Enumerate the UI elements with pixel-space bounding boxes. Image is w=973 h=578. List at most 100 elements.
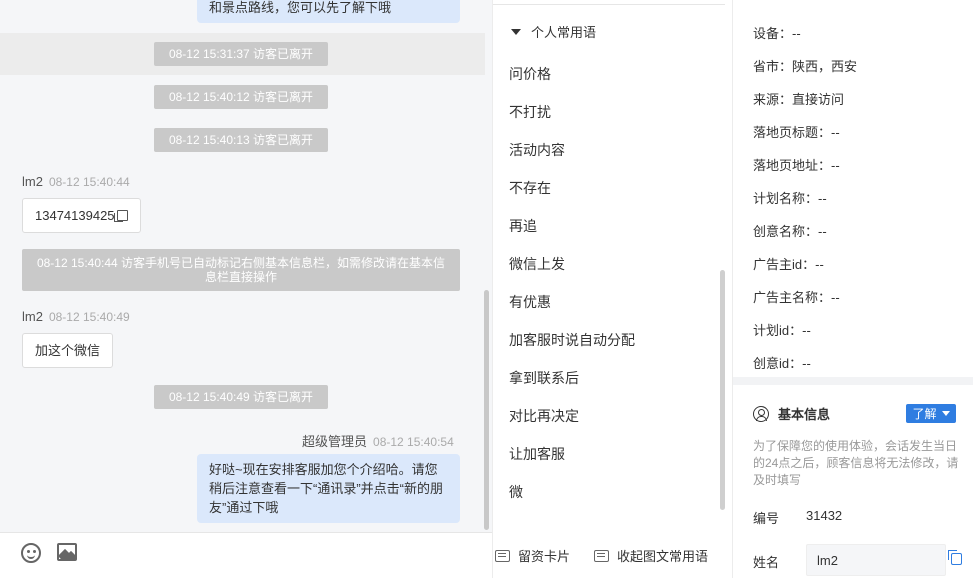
agent-message-bubble: 好哒~现在安排客服加您个介绍哈。请您稍后注意查看一下“通讯录”并点击“新的朋友”… <box>197 454 460 523</box>
system-message: 08-12 15:40:44 访客手机号已自动标记右侧基本信息栏，如需修改请在基… <box>22 249 460 291</box>
message-sender: lm2 08-12 15:40:44 <box>22 174 130 189</box>
system-message: 08-12 15:40:13 访客已离开 <box>154 128 328 152</box>
info-label: 来源： <box>753 92 793 107</box>
info-row-creative-name: 创意名称：-- <box>753 221 827 240</box>
phrase-group-title: 个人常用语 <box>531 25 597 40</box>
info-value: -- <box>831 158 840 173</box>
info-label: 广告主名称： <box>753 290 832 305</box>
agent-message-bubble: 和景点路线，您可以先了解下哦 <box>197 0 460 23</box>
name-label: 姓名 <box>753 555 780 570</box>
copy-icon[interactable] <box>113 210 128 222</box>
phrase-item[interactable]: 让加客服 <box>509 444 565 464</box>
collapse-phrases-label: 收起图文常用语 <box>617 549 709 564</box>
chat-scrollbar[interactable] <box>484 290 489 530</box>
collapse-phrases-button[interactable]: 收起图文常用语 <box>594 546 708 565</box>
phrase-item[interactable]: 不存在 <box>509 178 551 198</box>
info-label: 创意id： <box>753 356 803 371</box>
phrase-item[interactable]: 再追 <box>509 216 537 236</box>
card-icon <box>495 549 510 562</box>
card-icon <box>594 549 609 562</box>
phrase-item[interactable]: 微信上发 <box>509 254 565 274</box>
chat-messages[interactable]: 和景点路线，您可以先了解下哦 08-12 15:31:37 访客已离开 08-1… <box>0 0 492 532</box>
system-message: 08-12 15:31:37 访客已离开 <box>154 42 328 66</box>
visitor-info-panel: 设备：-- 省市：陕西，西安 来源：直接访问 落地页标题：-- 落地页地址：--… <box>732 0 973 578</box>
sender-name: lm2 <box>22 174 43 189</box>
info-label: 计划id： <box>753 323 803 338</box>
image-icon[interactable] <box>57 543 77 561</box>
visitor-message-text: 13474139425 <box>35 208 115 223</box>
phrases-toolbar: 留资卡片 收起图文常用语 <box>493 532 733 578</box>
info-value: -- <box>792 26 801 41</box>
info-value: 直接访问 <box>792 92 845 107</box>
info-row-landing-title: 落地页标题：-- <box>753 122 840 141</box>
info-value: -- <box>818 191 827 206</box>
info-row-creative-id: 创意id：-- <box>753 353 811 372</box>
message-time: 08-12 15:40:54 <box>373 435 454 449</box>
emoji-icon[interactable] <box>21 543 41 563</box>
message-time: 08-12 15:40:44 <box>48 175 130 189</box>
lead-card-button[interactable]: 留资卡片 <box>495 546 570 565</box>
phrases-scrollbar[interactable] <box>720 270 725 510</box>
section-divider <box>733 377 973 385</box>
info-value: -- <box>802 356 811 371</box>
info-row-plan-id: 计划id：-- <box>753 320 811 339</box>
info-value: -- <box>818 224 827 239</box>
info-label: 落地页标题： <box>753 125 832 140</box>
chat-toolbar <box>0 532 492 578</box>
sender-name: 超级管理员 <box>302 434 368 449</box>
phrase-item[interactable]: 有优惠 <box>509 292 551 312</box>
info-label: 创意名称： <box>753 224 819 239</box>
info-value: -- <box>831 290 840 305</box>
phrase-item[interactable]: 不打扰 <box>509 102 551 122</box>
info-row-landing-url: 落地页地址：-- <box>753 155 840 174</box>
visitor-message-text: 加这个微信 <box>35 343 101 358</box>
id-label: 编号 <box>753 511 780 526</box>
phrase-item[interactable]: 加客服时说自动分配 <box>509 330 635 350</box>
phrase-group-header[interactable]: 个人常用语 <box>511 22 596 41</box>
system-message: 08-12 15:40:49 访客已离开 <box>154 385 328 409</box>
info-value: -- <box>802 323 811 338</box>
phrase-item[interactable]: 微 <box>509 482 523 502</box>
phrase-item[interactable]: 活动内容 <box>509 140 565 160</box>
lead-card-label: 留资卡片 <box>518 549 571 564</box>
info-label: 计划名称： <box>753 191 819 206</box>
info-label: 落地页地址： <box>753 158 832 173</box>
info-row-source: 来源：直接访问 <box>753 89 844 108</box>
info-label: 省市： <box>753 59 793 74</box>
visitor-message-bubble: 加这个微信 <box>22 333 114 368</box>
info-value: 陕西，西安 <box>792 59 858 74</box>
sender-name: lm2 <box>22 309 43 324</box>
basic-info-header: 基本信息 <box>753 404 830 423</box>
name-input[interactable] <box>806 544 946 576</box>
basic-info-title: 基本信息 <box>778 407 831 422</box>
chat-panel: 和景点路线，您可以先了解下哦 08-12 15:31:37 访客已离开 08-1… <box>0 0 492 578</box>
edit-notice: 为了保障您的使用体验，会话发生当日的24点之后，顾客信息将无法修改，请及时填写 <box>753 439 959 487</box>
info-value: -- <box>815 257 824 272</box>
learn-more-button[interactable]: 了解 <box>906 404 956 423</box>
info-label: 广告主id： <box>753 257 816 272</box>
agent-message-text: 好哒~现在安排客服加您个介绍哈。请您稍后注意查看一下“通讯录”并点击“新的朋友”… <box>209 462 443 515</box>
phrase-item[interactable]: 问价格 <box>509 64 551 84</box>
chevron-down-icon <box>941 411 950 416</box>
message-time: 08-12 15:40:49 <box>48 310 130 324</box>
info-row-advertiser-name: 广告主名称：-- <box>753 287 840 306</box>
agent-message-text: 和景点路线，您可以先了解下哦 <box>209 0 392 15</box>
info-value: -- <box>831 125 840 140</box>
copy-icon[interactable] <box>948 550 962 565</box>
system-message: 08-12 15:40:12 访客已离开 <box>154 85 328 109</box>
visitor-message-bubble: 13474139425 <box>22 198 141 233</box>
id-value: 31432 <box>806 508 843 523</box>
info-row-advertiser-id: 广告主id：-- <box>753 254 824 273</box>
divider <box>493 4 725 5</box>
info-row-device: 设备：-- <box>753 23 801 42</box>
learn-more-label: 了解 <box>912 407 937 421</box>
phrases-panel: 个人常用语 问价格 不打扰 活动内容 不存在 再追 微信上发 有优惠 加客服时说… <box>492 0 733 578</box>
info-row-plan-name: 计划名称：-- <box>753 188 827 207</box>
info-row-region: 省市：陕西，西安 <box>753 56 857 75</box>
message-sender: lm2 08-12 15:40:49 <box>22 309 130 324</box>
message-sender: 超级管理员 08-12 15:40:54 <box>302 431 454 450</box>
user-icon <box>753 405 769 422</box>
caret-down-icon <box>511 29 521 35</box>
phrase-item[interactable]: 对比再决定 <box>509 406 579 426</box>
phrase-item[interactable]: 拿到联系后 <box>509 368 579 388</box>
